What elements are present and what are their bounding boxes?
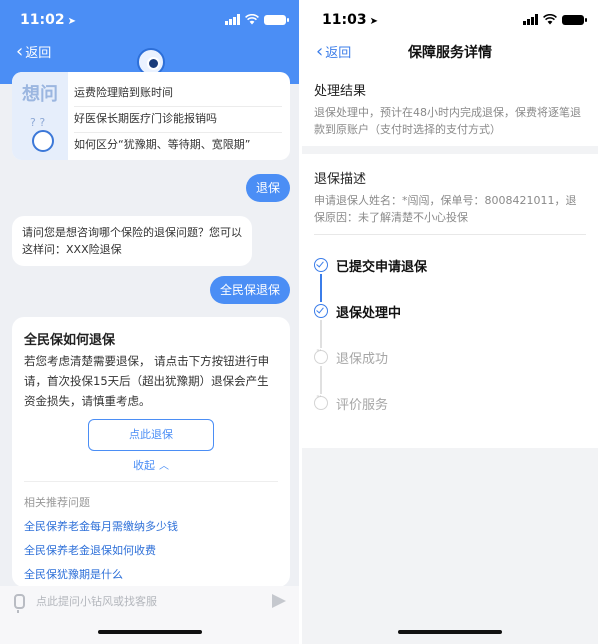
description-title: 退保描述 xyxy=(314,172,367,187)
chevron-up-icon: ︿ xyxy=(159,461,169,472)
home-indicator xyxy=(98,630,202,634)
timeline-line xyxy=(320,320,322,348)
user-message: 退保 xyxy=(245,174,290,202)
answer-title: 全民保如何退保 xyxy=(24,333,116,348)
result-title: 处理结果 xyxy=(314,84,367,99)
pending-circle-icon xyxy=(314,392,328,410)
timeline-line xyxy=(320,366,322,394)
related-questions-title: 相关推荐问题 xyxy=(24,496,90,509)
faq-item[interactable]: 好医保长期医疗门诊能报销吗 xyxy=(74,106,282,133)
message-input[interactable]: 点此提问小钻风或找客服 xyxy=(36,593,157,609)
faq-deco-marks: ? ? xyxy=(30,116,46,129)
robot-icon xyxy=(32,130,54,152)
faq-item[interactable]: 运费险理赔到账时间 xyxy=(74,80,282,107)
step-label: 退保处理中 xyxy=(336,306,402,321)
status-time: 11:02 ➤ xyxy=(20,12,76,28)
refund-button[interactable]: 点此退保 xyxy=(88,419,214,451)
related-question-link[interactable]: 全民保犹豫期是什么 xyxy=(24,566,123,582)
answer-card: 全民保如何退保 若您考虑清楚需要退保， 请点击下方按钮进行申请，首次投保15天后… xyxy=(12,317,290,587)
related-question-link[interactable]: 全民保养老金退保如何收费 xyxy=(24,542,156,558)
collapse-toggle[interactable]: 收起 ︿ xyxy=(12,457,290,473)
battery-icon xyxy=(562,14,587,25)
status-time: 11:03 ➤ xyxy=(322,12,378,28)
empty-area xyxy=(302,448,598,644)
home-indicator xyxy=(398,630,502,634)
description-text: 申请退保人姓名：*闯闯，保单号：8008421011，退保原因：未了解清楚不小心… xyxy=(314,194,577,224)
signal-icon xyxy=(225,14,240,25)
check-circle-icon xyxy=(314,258,328,272)
battery-icon xyxy=(264,14,289,25)
result-text: 退保处理中，预计在48小时内完成退保，保费将逐笔退款到原账户（支付时选择的支付方… xyxy=(314,106,581,136)
collapse-label: 收起 xyxy=(133,459,155,472)
wifi-icon xyxy=(543,14,557,25)
timeline-line xyxy=(320,274,322,302)
microphone-icon[interactable] xyxy=(14,594,25,613)
wifi-icon xyxy=(245,14,259,25)
bot-message: 请问您是想咨询哪个保险的退保问题？您可以这样问：XXX险退保 xyxy=(12,216,252,266)
page-title: 保障服务详情 xyxy=(408,45,492,61)
status-bar: 11:02 ➤ xyxy=(0,0,300,40)
location-arrow-icon: ➤ xyxy=(369,16,378,27)
faq-card: 想问 ? ? 运费险理赔到账时间 好医保长期医疗门诊能报销吗 如何区分“犹豫期、… xyxy=(12,72,290,160)
divider xyxy=(24,481,278,482)
related-question-link[interactable]: 全民保养老金每月需缴纳多少钱 xyxy=(24,518,178,534)
step-label: 已提交申请退保 xyxy=(336,260,428,275)
section-gap xyxy=(302,146,598,154)
divider xyxy=(314,234,586,235)
user-message: 全民保退保 xyxy=(209,276,290,304)
chat-screen: 11:02 ➤ ‹ 返回 想问 ? ? 运费险理赔到账时间 好医保长期医疗门诊能报… xyxy=(0,0,300,644)
input-bar: 点此提问小钻风或找客服 xyxy=(0,586,300,644)
status-icons xyxy=(523,14,587,25)
answer-body: 若您考虑清楚需要退保， 请点击下方按钮进行申请，首次投保15天后（超出犹豫期）退… xyxy=(24,354,270,408)
faq-illustration: 想问 ? ? xyxy=(12,72,68,160)
send-icon[interactable] xyxy=(272,594,286,608)
step-label: 退保成功 xyxy=(336,352,389,367)
status-bar: 11:03 ➤ xyxy=(302,0,598,40)
back-chevron-icon: ‹ xyxy=(16,40,24,62)
faq-deco-title: 想问 xyxy=(22,84,58,105)
signal-icon xyxy=(523,14,538,25)
check-circle-icon xyxy=(314,304,328,318)
step-label: 评价服务 xyxy=(336,398,389,413)
back-label: 返回 xyxy=(25,46,52,61)
faq-item[interactable]: 如何区分“犹豫期、等待期、宽限期” xyxy=(74,132,282,158)
back-button[interactable]: ‹ 返回 xyxy=(16,42,51,61)
status-icons xyxy=(225,14,289,25)
pending-circle-icon xyxy=(314,346,328,364)
service-detail-screen: 11:03 ➤ ‹ 返回 保障服务详情 处理结果 退保处理中，预计在48小时内完成… xyxy=(302,0,598,644)
location-arrow-icon: ➤ xyxy=(67,16,76,27)
